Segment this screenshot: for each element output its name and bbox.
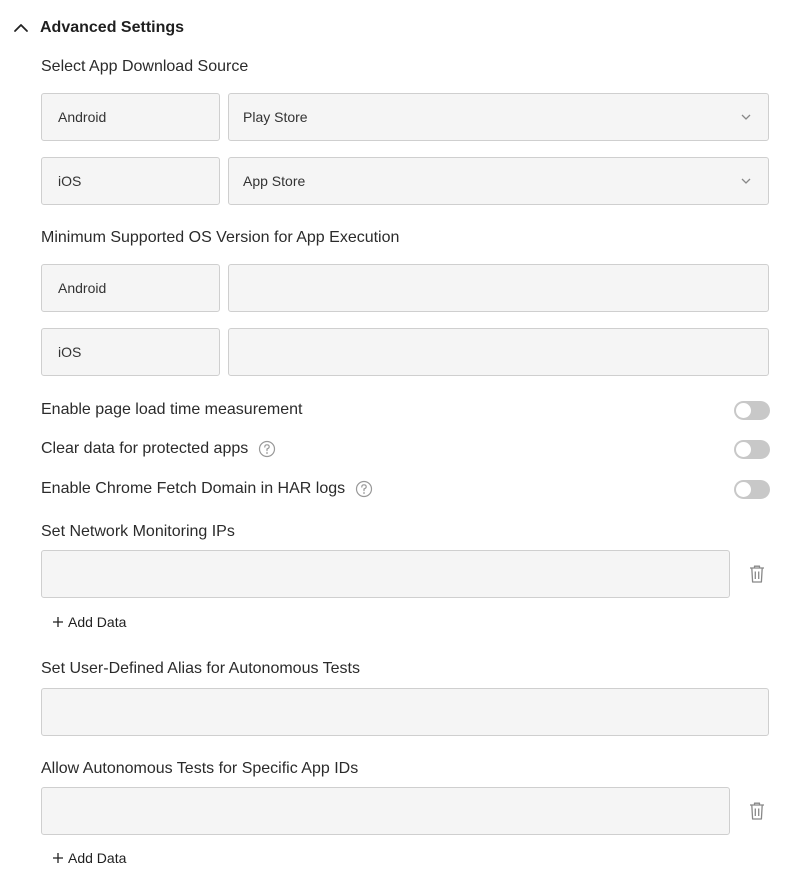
app-ids-label: Allow Autonomous Tests for Specific App … — [41, 760, 359, 777]
section-title: Advanced Settings — [40, 19, 185, 36]
alias-input[interactable] — [41, 688, 769, 736]
plus-icon — [53, 617, 63, 627]
network-ips-label: Set Network Monitoring IPs — [41, 523, 235, 540]
platform-android: Android — [41, 93, 220, 141]
chrome-fetch-toggle-row: Enable Chrome Fetch Domain in HAR logs — [41, 477, 770, 501]
app-id-input[interactable] — [41, 787, 730, 835]
chevron-down-icon — [741, 178, 751, 184]
min-os-label: Minimum Supported OS Version for App Exe… — [41, 229, 400, 246]
help-icon[interactable] — [258, 440, 276, 458]
ios-min-os-input[interactable] — [228, 328, 769, 376]
ios-source-value: App Store — [243, 173, 306, 189]
android-source-select[interactable]: Play Store — [228, 93, 769, 141]
android-source-value: Play Store — [243, 109, 308, 125]
chevron-up-icon — [14, 24, 28, 32]
help-icon[interactable] — [355, 480, 373, 498]
clear-data-toggle-row: Clear data for protected apps — [41, 437, 770, 461]
min-os-platform-android: Android — [41, 264, 220, 312]
platform-ios: iOS — [41, 157, 220, 205]
android-min-os-input[interactable] — [228, 264, 769, 312]
page-load-toggle-row: Enable page load time measurement — [41, 398, 770, 422]
page-load-label: Enable page load time measurement — [41, 401, 303, 418]
add-data-label: Add Data — [68, 850, 127, 866]
clear-data-toggle[interactable] — [734, 440, 770, 459]
add-data-label: Add Data — [68, 614, 127, 630]
plus-icon — [53, 853, 63, 863]
chevron-down-icon — [741, 114, 751, 120]
chrome-fetch-label: Enable Chrome Fetch Domain in HAR logs — [41, 480, 346, 497]
chrome-fetch-toggle[interactable] — [734, 480, 770, 499]
trash-icon[interactable] — [748, 801, 766, 821]
add-network-ip-button[interactable]: Add Data — [52, 612, 126, 632]
advanced-settings-header[interactable]: Advanced Settings — [12, 16, 184, 40]
trash-icon[interactable] — [748, 564, 766, 584]
download-source-label: Select App Download Source — [41, 58, 249, 75]
min-os-platform-ios: iOS — [41, 328, 220, 376]
add-app-id-button[interactable]: Add Data — [52, 848, 126, 868]
clear-data-label: Clear data for protected apps — [41, 440, 249, 457]
network-ip-input[interactable] — [41, 550, 730, 598]
ios-source-select[interactable]: App Store — [228, 157, 769, 205]
alias-label: Set User-Defined Alias for Autonomous Te… — [41, 660, 360, 677]
page-load-toggle[interactable] — [734, 401, 770, 420]
